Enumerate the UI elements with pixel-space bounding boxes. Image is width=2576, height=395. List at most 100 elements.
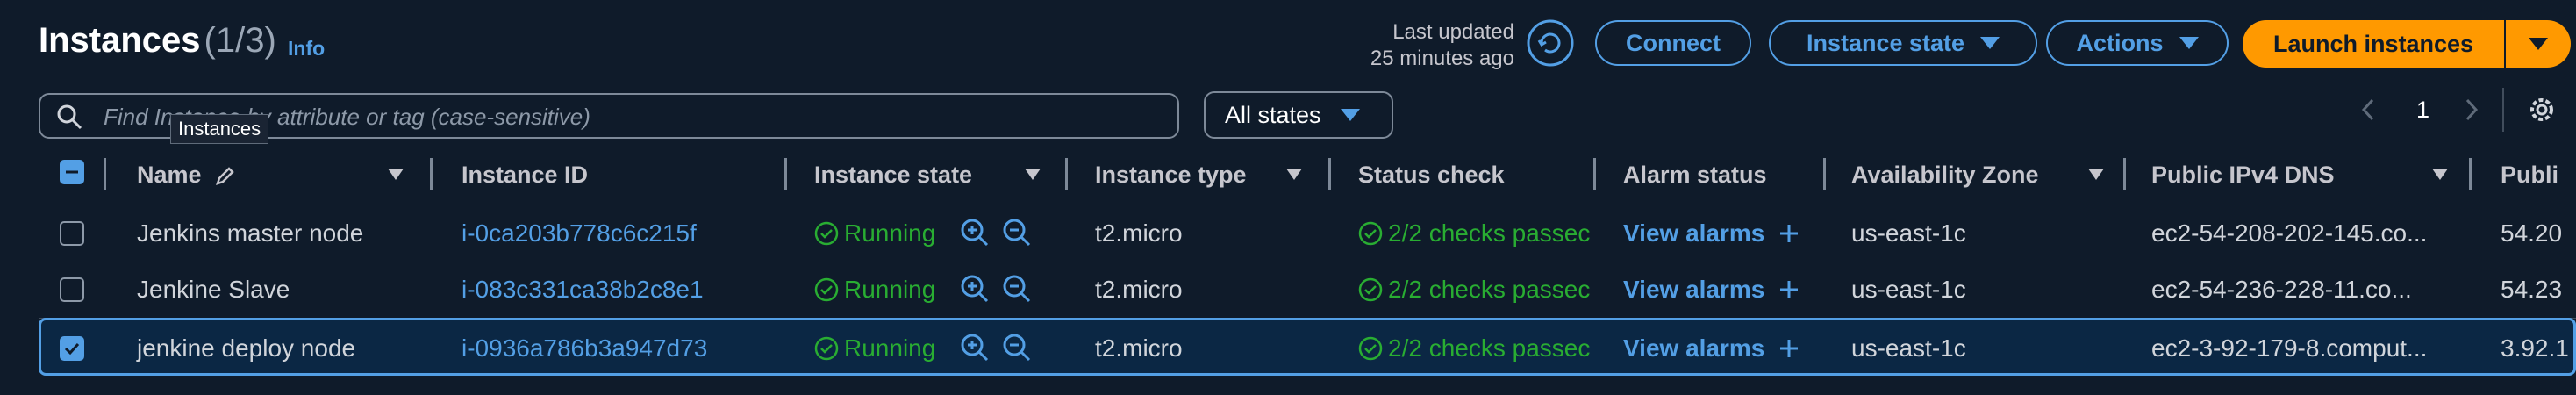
sort-icon[interactable] bbox=[1286, 169, 1302, 180]
view-alarms-link[interactable]: View alarms bbox=[1623, 334, 1800, 363]
zoom-out-icon[interactable] bbox=[1002, 274, 1032, 304]
info-link[interactable]: Info bbox=[288, 37, 325, 61]
edit-icon bbox=[216, 167, 234, 185]
column-separator bbox=[1823, 158, 1826, 190]
instance-state: Running bbox=[814, 276, 935, 304]
column-separator bbox=[1328, 158, 1331, 190]
caret-down-icon bbox=[1340, 109, 1360, 121]
title-text: Instances bbox=[39, 21, 201, 60]
column-name[interactable]: Name bbox=[137, 162, 236, 189]
instance-id-link[interactable]: i-0ca203b778c6c215f bbox=[462, 219, 697, 248]
alarm-label: View alarms bbox=[1623, 219, 1765, 247]
search-icon bbox=[57, 104, 82, 130]
row-checkbox[interactable] bbox=[60, 221, 84, 246]
page-number[interactable]: 1 bbox=[2416, 97, 2429, 124]
instance-state-label: Instance state bbox=[1806, 29, 1965, 56]
status-label: 2/2 checks passec bbox=[1388, 219, 1591, 247]
zoom-in-icon[interactable] bbox=[960, 274, 990, 304]
plus-icon[interactable] bbox=[1778, 223, 1800, 244]
instance-state-button[interactable]: Instance state bbox=[1769, 20, 2037, 66]
state-label: Running bbox=[844, 334, 936, 362]
states-filter[interactable]: All states bbox=[1204, 91, 1393, 139]
state-label: Running bbox=[844, 219, 936, 247]
check-circle-icon bbox=[814, 221, 839, 246]
public-ip: 3.92.1 bbox=[2501, 334, 2569, 362]
column-separator bbox=[1593, 158, 1596, 190]
column-instance-id[interactable]: Instance ID bbox=[462, 162, 588, 189]
actions-button[interactable]: Actions bbox=[2046, 20, 2229, 66]
states-label: All states bbox=[1225, 101, 1321, 128]
gear-icon[interactable] bbox=[2527, 95, 2557, 125]
sort-icon[interactable] bbox=[2088, 169, 2104, 180]
tooltip: Instances bbox=[170, 114, 269, 144]
last-updated-label: Last updated bbox=[1392, 20, 1514, 44]
last-updated: Last updated 25 minutes ago bbox=[1370, 19, 1514, 72]
launch-dropdown[interactable] bbox=[2506, 20, 2571, 68]
zoom-out-icon[interactable] bbox=[1002, 218, 1032, 248]
connect-button[interactable]: Connect bbox=[1595, 20, 1751, 66]
sort-icon[interactable] bbox=[1025, 169, 1041, 180]
instance-id-link[interactable]: i-0936a786b3a947d73 bbox=[462, 334, 707, 363]
status-label: 2/2 checks passec bbox=[1388, 334, 1591, 362]
instance-id-link[interactable]: i-083c331ca38b2c8e1 bbox=[462, 276, 704, 304]
column-separator bbox=[2123, 158, 2126, 190]
view-alarms-link[interactable]: View alarms bbox=[1623, 219, 1800, 248]
instance-type: t2.micro bbox=[1095, 219, 1183, 247]
instance-name: jenkine deploy node bbox=[137, 334, 356, 362]
table-row[interactable]: Jenkins master node i-0ca203b778c6c215f … bbox=[39, 205, 2576, 262]
last-updated-time: 25 minutes ago bbox=[1370, 47, 1514, 70]
column-separator bbox=[2469, 158, 2472, 190]
divider bbox=[2502, 88, 2504, 132]
instance-name: Jenkine Slave bbox=[137, 276, 290, 303]
select-all-checkbox[interactable] bbox=[60, 160, 84, 184]
view-alarms-link[interactable]: View alarms bbox=[1623, 276, 1800, 304]
instance-type: t2.micro bbox=[1095, 334, 1183, 362]
availability-zone: us-east-1c bbox=[1851, 276, 1966, 303]
refresh-icon[interactable] bbox=[1527, 19, 1574, 67]
launch-instances-button[interactable]: Launch instances bbox=[2243, 20, 2571, 68]
alarm-label: View alarms bbox=[1623, 276, 1765, 303]
column-public-dns[interactable]: Public IPv4 DNS bbox=[2151, 162, 2335, 189]
check-circle-icon bbox=[1358, 221, 1383, 246]
column-separator bbox=[1065, 158, 1068, 190]
column-separator bbox=[784, 158, 787, 190]
public-dns: ec2-54-236-228-11.co... bbox=[2151, 276, 2412, 303]
state-label: Running bbox=[844, 276, 936, 303]
launch-main[interactable]: Launch instances bbox=[2243, 20, 2506, 68]
column-availability-zone[interactable]: Availability Zone bbox=[1851, 162, 2039, 189]
chevron-left-icon[interactable] bbox=[2358, 97, 2378, 123]
caret-down-icon bbox=[2179, 37, 2199, 49]
column-instance-state[interactable]: Instance state bbox=[814, 162, 972, 189]
column-public-ip[interactable]: Publi bbox=[2501, 162, 2558, 189]
actions-label: Actions bbox=[2076, 29, 2164, 56]
row-checkbox[interactable] bbox=[60, 277, 84, 302]
status-label: 2/2 checks passec bbox=[1388, 276, 1591, 303]
column-status-check[interactable]: Status check bbox=[1358, 162, 1505, 189]
availability-zone: us-east-1c bbox=[1851, 219, 1966, 247]
page-title: Instances (1/3) bbox=[39, 21, 276, 61]
zoom-in-icon[interactable] bbox=[960, 333, 990, 363]
table-row-selected[interactable]: jenkine deploy node i-0936a786b3a947d73 … bbox=[39, 318, 2576, 376]
chevron-right-icon[interactable] bbox=[2462, 97, 2481, 123]
sort-icon[interactable] bbox=[388, 169, 404, 180]
zoom-out-icon[interactable] bbox=[1002, 333, 1032, 363]
public-dns: ec2-3-92-179-8.comput... bbox=[2151, 334, 2428, 362]
table-header: Name Instance ID Instance state Instance… bbox=[39, 158, 2576, 193]
status-check: 2/2 checks passec bbox=[1358, 334, 1592, 363]
instance-type: t2.micro bbox=[1095, 276, 1183, 303]
table-row[interactable]: Jenkine Slave i-083c331ca38b2c8e1 Runnin… bbox=[39, 262, 2576, 319]
plus-icon[interactable] bbox=[1778, 338, 1800, 359]
plus-icon[interactable] bbox=[1778, 279, 1800, 300]
instance-state: Running bbox=[814, 334, 935, 363]
row-checkbox[interactable] bbox=[60, 336, 84, 361]
zoom-in-icon[interactable] bbox=[960, 218, 990, 248]
selected-count: (1/3) bbox=[204, 21, 276, 60]
caret-down-icon bbox=[1980, 37, 2000, 49]
column-alarm-status[interactable]: Alarm status bbox=[1623, 162, 1767, 189]
column-instance-type[interactable]: Instance type bbox=[1095, 162, 1247, 189]
public-ip: 54.20 bbox=[2501, 219, 2563, 247]
sort-icon[interactable] bbox=[2432, 169, 2448, 180]
column-separator bbox=[430, 158, 433, 190]
check-circle-icon bbox=[1358, 277, 1383, 302]
checkmark-icon bbox=[64, 342, 80, 356]
